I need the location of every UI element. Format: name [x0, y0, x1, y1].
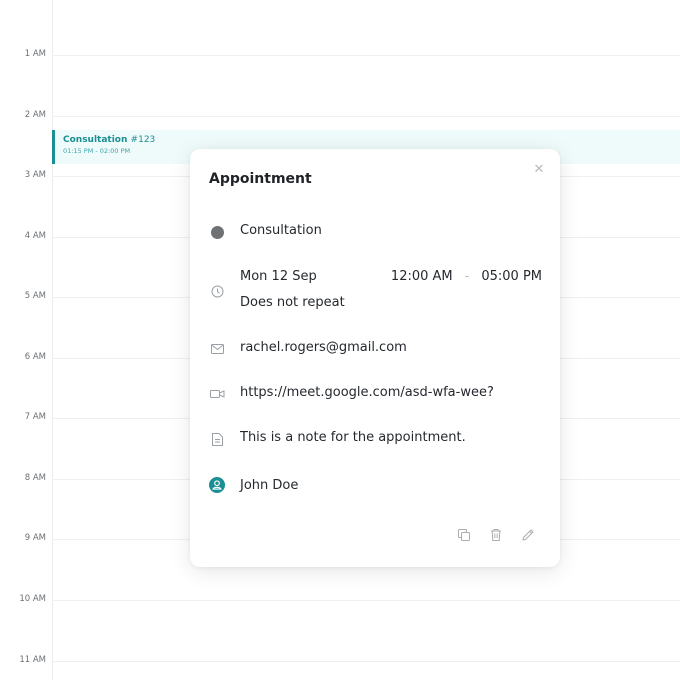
hour-gridline — [52, 600, 680, 601]
assignee-name: John Doe — [240, 478, 299, 493]
user-icon — [209, 477, 225, 493]
pencil-icon[interactable] — [520, 527, 536, 543]
end-time: 05:00 PM — [481, 269, 542, 284]
trash-icon[interactable] — [488, 527, 504, 543]
appointment-time-range: 12:00 AM -05:00 PM — [391, 269, 542, 284]
hour-label: 10 AM — [19, 594, 46, 604]
hour-label: 1 AM — [24, 49, 46, 59]
hour-row: 1 AM — [0, 49, 680, 59]
event-title: Consultation #123 — [63, 134, 680, 146]
start-time: 12:00 AM — [390, 269, 453, 284]
email-address[interactable]: rachel.rogers@gmail.com — [240, 340, 407, 355]
meeting-link[interactable]: https://meet.google.com/asd-wfa-wee? — [240, 385, 494, 400]
appointment-popover: Appointment ✕ Consultation Mon 12 Sep 12… — [190, 149, 560, 567]
hour-label: 8 AM — [24, 473, 46, 483]
hour-label: 5 AM — [24, 291, 46, 301]
hour-row: 11 AM — [0, 655, 680, 665]
close-icon[interactable]: ✕ — [532, 163, 546, 177]
time-separator: - — [464, 269, 470, 284]
popover-title: Appointment — [209, 171, 312, 187]
mail-icon — [209, 341, 225, 357]
calendar-day-view: 1 AM 2 AM 3 AM 4 AM 5 AM 6 AM 7 AM 8 AM … — [0, 0, 680, 680]
hour-gridline — [52, 55, 680, 56]
appointment-type: Consultation — [240, 223, 322, 238]
event-title-text: Consultation — [63, 135, 128, 145]
status-dot-icon — [209, 224, 225, 240]
video-icon — [209, 386, 225, 402]
hour-gridline — [52, 661, 680, 662]
hour-label: 4 AM — [24, 231, 46, 241]
document-icon — [209, 431, 225, 447]
hour-label: 3 AM — [24, 170, 46, 180]
hour-label: 7 AM — [24, 412, 46, 422]
hour-label: 2 AM — [24, 110, 46, 120]
time-gutter-divider — [52, 0, 53, 680]
hour-label: 11 AM — [19, 655, 46, 665]
appointment-note: This is a note for the appointment. — [240, 430, 466, 445]
event-number: #123 — [130, 135, 156, 145]
hour-gridline — [52, 116, 680, 117]
hour-label: 6 AM — [24, 352, 46, 362]
popover-actions — [456, 527, 536, 543]
hour-row: 10 AM — [0, 594, 680, 604]
copy-icon[interactable] — [456, 527, 472, 543]
hour-row: 2 AM — [0, 110, 680, 120]
appointment-date: Mon 12 Sep — [240, 269, 317, 284]
clock-icon — [209, 283, 225, 299]
repeat-status: Does not repeat — [240, 295, 345, 310]
hour-label: 9 AM — [24, 533, 46, 543]
